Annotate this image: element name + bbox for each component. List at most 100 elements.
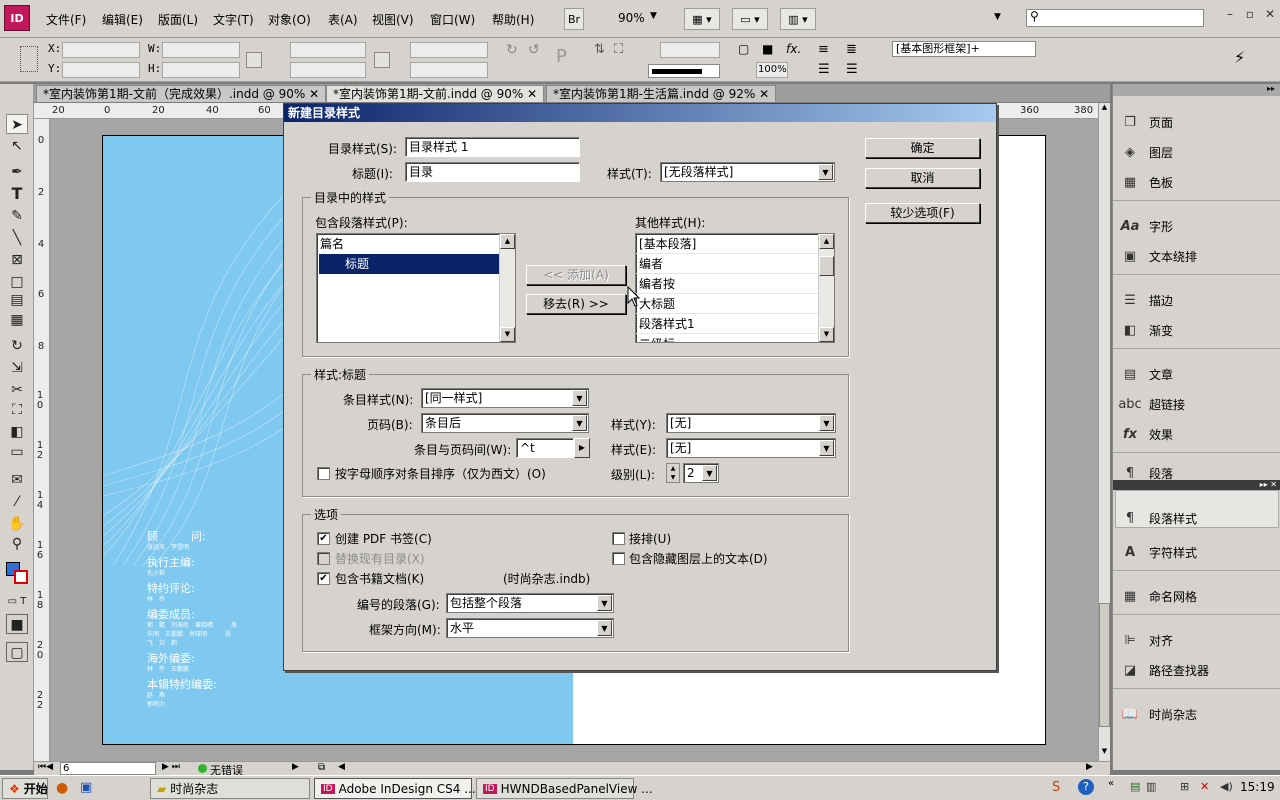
tab-close-icon[interactable]: ✕ (759, 87, 769, 101)
page-number-select[interactable]: 条目后 ▼ (421, 413, 589, 433)
menu-object[interactable]: 对象(O) (268, 11, 311, 28)
hscroll-right-icon[interactable]: ▶ (1086, 762, 1093, 772)
special-char-arrow-icon[interactable]: ▶ (574, 438, 590, 458)
line-tool-icon[interactable]: ╲ (6, 228, 28, 248)
scale-x-field[interactable] (290, 42, 366, 58)
status-menu-icon[interactable]: ▶ (292, 762, 299, 772)
workspace-dropdown-icon[interactable]: ▼ (994, 12, 1001, 22)
firefox-icon[interactable]: ● (56, 780, 68, 796)
network-icon[interactable]: ⊞ (1180, 780, 1189, 793)
align-top-icon[interactable]: ☰ (818, 62, 830, 77)
remove-button[interactable]: 移去(R) >> (526, 294, 626, 314)
lightning-icon[interactable]: ⚡ (1234, 48, 1245, 67)
show-desktop-icon[interactable]: ▣ (80, 780, 92, 795)
open-folder-icon[interactable]: ⧉ (318, 762, 325, 773)
menu-view[interactable]: 视图(V) (372, 11, 414, 28)
list-item[interactable]: 编者 (636, 254, 834, 274)
panel-item-layers[interactable]: ◈ 图层 (1121, 140, 1173, 164)
scroll-up-icon[interactable]: ▲ (1099, 103, 1110, 115)
constrain-scale-icon[interactable] (374, 52, 390, 68)
h-field[interactable] (162, 62, 240, 78)
taskbar-item-indesign[interactable]: ID Adobe InDesign CS4 ... (314, 778, 476, 799)
shear-field[interactable] (410, 62, 488, 78)
panel-item-book[interactable]: 📖 时尚杂志 (1121, 702, 1197, 726)
frame-direction-select[interactable]: 水平 ▼ (446, 618, 614, 638)
screen-mode-button[interactable]: ▭ ▾ (732, 8, 768, 30)
tab-document-2[interactable]: *室内装饰第1期-文前.indd @ 90% ✕ (326, 85, 545, 102)
panel-item-story[interactable]: ▤ 文章 (1121, 362, 1173, 386)
first-page-icon[interactable]: ⏮◀ (38, 762, 53, 772)
zoom-dropdown-icon[interactable]: ▼ (650, 11, 657, 21)
note-tool-icon[interactable]: ✉ (6, 470, 28, 490)
list-scrollbar[interactable]: ▲ ▼ (818, 234, 834, 342)
scale-y-field[interactable] (290, 62, 366, 78)
drop-shadow-icon[interactable]: ■ (762, 42, 773, 56)
table-tool-icon[interactable]: ▤ (6, 290, 28, 310)
arrange-documents-button[interactable]: ▥ ▾ (780, 8, 816, 30)
fitting-icon[interactable]: ▢ (738, 42, 749, 56)
menu-help[interactable]: 帮助(H) (492, 11, 534, 28)
panel-item-effects[interactable]: fx 效果 (1121, 422, 1173, 446)
scissors-tool-icon[interactable]: ✂ (6, 380, 28, 400)
pdf-bookmarks-checkbox[interactable]: ✔ (317, 532, 330, 545)
align-center-icon[interactable]: ≣ (846, 42, 857, 57)
clock[interactable]: 15:19 (1240, 780, 1275, 794)
toc-style-input[interactable]: 目录样式 1 (405, 137, 580, 157)
stroke-swatch-icon[interactable] (14, 570, 28, 584)
volume-icon[interactable]: ◀) (1220, 780, 1233, 793)
scroll-thumb[interactable] (1099, 603, 1110, 727)
between-style-select[interactable]: [无] ▼ (666, 438, 836, 458)
list-item[interactable]: 段落样式1 (636, 314, 834, 334)
rotate-tool-icon[interactable]: ↻ (6, 336, 28, 356)
dropdown-arrow-icon[interactable]: ▼ (818, 164, 833, 180)
scale-tool-icon[interactable]: ⇲ (6, 358, 28, 378)
help-icon[interactable]: ? (1078, 779, 1094, 795)
gradient-feather-tool-icon[interactable]: ▭ (6, 442, 28, 462)
zoom-tool-icon[interactable]: ⚲ (6, 534, 28, 554)
list-scrollbar[interactable]: ▲ ▼ (499, 234, 515, 342)
add-button[interactable]: << 添加(A) (526, 265, 626, 285)
hidden-layers-checkbox[interactable] (612, 552, 625, 565)
dropdown-arrow-icon[interactable]: ▼ (572, 390, 587, 406)
dropdown-arrow-icon[interactable]: ▼ (702, 465, 717, 481)
panel-item-pages[interactable]: ❐ 页面 (1121, 110, 1173, 134)
menu-window[interactable]: 窗口(W) (430, 11, 475, 28)
menu-type[interactable]: 文字(T) (213, 11, 254, 28)
ok-button[interactable]: 确定 (865, 138, 980, 158)
stroke-weight-field[interactable] (660, 42, 720, 58)
x-field[interactable] (62, 42, 140, 58)
list-item[interactable]: 篇名 (317, 234, 515, 254)
floating-panel-header[interactable]: ▸▸ ✕ (1113, 480, 1280, 490)
reference-point-icon[interactable] (20, 46, 38, 72)
scroll-down-icon[interactable]: ▼ (1099, 747, 1110, 759)
between-input[interactable]: ^t (516, 438, 574, 458)
hand-tool-icon[interactable]: ✋ (6, 514, 28, 534)
indesign-app-icon[interactable]: ID (4, 5, 30, 31)
sort-checkbox[interactable] (317, 467, 330, 480)
menu-table[interactable]: 表(A) (328, 11, 358, 28)
search-input[interactable] (1026, 9, 1204, 27)
list-item[interactable]: [基本段落] (636, 234, 834, 254)
flip-horizontal-icon[interactable]: ⇅ (594, 42, 605, 57)
select-container-icon[interactable]: ⛶ (614, 42, 623, 57)
rotate-field[interactable] (410, 42, 488, 58)
w-field[interactable] (162, 42, 240, 58)
numbered-paragraphs-select[interactable]: 包括整个段落 ▼ (446, 593, 614, 613)
pencil-tool-icon[interactable]: ✎ (6, 206, 28, 226)
vertical-scrollbar[interactable]: ▲ ▼ (1098, 103, 1110, 761)
tray-icon-3[interactable]: ✕ (1200, 780, 1209, 793)
constrain-proportions-icon[interactable] (246, 52, 262, 68)
tab-close-icon[interactable]: ✕ (309, 87, 319, 101)
panel-item-align[interactable]: ⊫ 对齐 (1121, 628, 1173, 652)
level-select[interactable]: 2 ▼ (683, 463, 719, 483)
taskbar-item-panel-view[interactable]: ID HWNDBasedPanelView ... (476, 778, 653, 799)
cancel-button[interactable]: 取消 (865, 168, 980, 188)
panel-item-paragraph-styles[interactable]: ¶ 段落样式 (1121, 506, 1197, 530)
list-item-selected[interactable]: 标题 (319, 254, 499, 274)
formatting-container-icon[interactable]: ▭ T (6, 592, 28, 612)
dropdown-arrow-icon[interactable]: ▼ (597, 620, 612, 636)
entry-style-select[interactable]: [同一样式] ▼ (421, 388, 589, 408)
tab-document-3[interactable]: *室内装饰第1期-生活篇.indd @ 92% ✕ (546, 85, 777, 102)
object-style-select[interactable]: [基本图形框架]+ (892, 41, 1036, 57)
bridge-button[interactable]: Br (564, 8, 584, 30)
